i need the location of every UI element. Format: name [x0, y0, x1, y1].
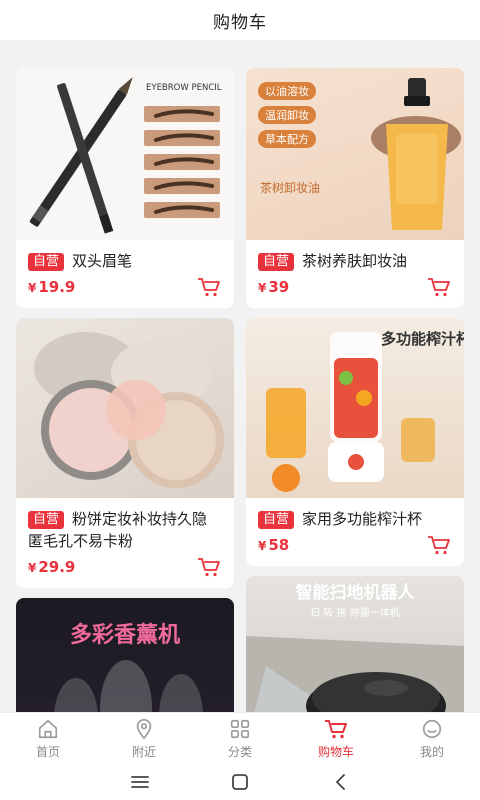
vacuum-image-caption: 智能扫地机器人	[296, 582, 416, 603]
product-card-aroma-diffuser[interactable]: 多彩香薰机	[16, 598, 234, 712]
product-image-juicer[interactable]: 多功能榨汁杯	[246, 318, 464, 498]
product-column-right: 以油溶妆 温润卸妆 草本配方 茶树卸妆油 自营 茶树养肤卸妆油 ¥ 39 多功能…	[246, 68, 464, 712]
page-title: 购物车	[213, 12, 267, 33]
tag-2: 温润卸妆	[265, 108, 309, 122]
add-to-cart-button[interactable]	[196, 555, 222, 579]
tab-label: 购物车	[317, 744, 354, 759]
back-icon	[336, 774, 345, 790]
product-image-eyebrow-pencil[interactable]: EYEBROW PENCIL	[16, 68, 234, 240]
menu-icon	[131, 776, 149, 788]
tab-nearby[interactable]: 附近	[96, 713, 192, 764]
product-image-cleansing-oil[interactable]: 以油溶妆 温润卸妆 草本配方 茶树卸妆油	[246, 68, 464, 240]
cart-icon	[198, 278, 220, 297]
self-operated-badge: 自营	[28, 253, 65, 271]
home-nav-button[interactable]	[225, 767, 255, 797]
tab-category[interactable]: 分类	[192, 713, 288, 764]
cart-icon	[428, 536, 450, 555]
product-feed[interactable]: EYEBROW PENCIL 自营 双头眉笔 ¥ 19.9 自营 粉饼定妆补妆持…	[0, 40, 480, 712]
product-card-cleansing-oil[interactable]: 以油溶妆 温润卸妆 草本配方 茶树卸妆油 自营 茶树养肤卸妆油 ¥ 39	[246, 68, 464, 308]
tag-3: 草本配方	[265, 132, 309, 146]
vacuum-image-subcaption: 扫 吸 拖 除菌一体机	[310, 606, 400, 619]
product-price: ¥19.9	[28, 278, 76, 296]
self-operated-badge: 自营	[258, 511, 295, 529]
eyebrow-image-caption: EYEBROW PENCIL	[146, 83, 222, 93]
location-icon	[136, 718, 152, 739]
tab-label: 首页	[35, 744, 60, 759]
bottom-tab-bar: 首页 附近 分类 购物车 我的	[0, 712, 480, 764]
tab-label: 分类	[227, 744, 252, 759]
product-card-juicer[interactable]: 多功能榨汁杯 自营 家用多功能榨汁杯 ¥58	[246, 318, 464, 566]
tab-home[interactable]: 首页	[0, 713, 96, 764]
product-price: ¥29.9	[28, 558, 76, 576]
product-price: ¥58	[258, 536, 290, 554]
cart-icon	[428, 278, 450, 297]
tag-1: 以油溶妆	[265, 84, 309, 98]
product-card-eyebrow-pencil[interactable]: EYEBROW PENCIL 自营 双头眉笔 ¥ 19.9	[16, 68, 234, 308]
tab-label: 附近	[131, 744, 156, 759]
profile-icon	[422, 719, 442, 738]
cart-icon	[325, 719, 347, 738]
product-name: 茶树养肤卸妆油	[302, 252, 408, 270]
add-to-cart-button[interactable]	[196, 275, 222, 299]
top-header: 购物车	[0, 0, 480, 40]
self-operated-badge: 自营	[258, 253, 295, 271]
product-card-robot-vacuum[interactable]: 智能扫地机器人 扫 吸 拖 除菌一体机	[246, 576, 464, 712]
product-image-compact-powder[interactable]	[16, 318, 234, 498]
self-operated-badge: 自营	[28, 511, 65, 529]
menu-button[interactable]	[125, 767, 155, 797]
add-to-cart-button[interactable]	[426, 275, 452, 299]
product-name: 双头眉笔	[72, 252, 133, 270]
diffuser-image-caption: 多彩香薰机	[70, 622, 180, 648]
product-image-aroma-diffuser[interactable]: 多彩香薰机	[16, 598, 234, 712]
product-image-robot-vacuum[interactable]: 智能扫地机器人 扫 吸 拖 除菌一体机	[246, 576, 464, 712]
back-button[interactable]	[325, 767, 355, 797]
product-card-compact-powder[interactable]: 自营 粉饼定妆补妆持久隐匿毛孔不易卡粉 ¥29.9	[16, 318, 234, 588]
add-to-cart-button[interactable]	[426, 533, 452, 557]
tab-cart[interactable]: 购物车	[288, 713, 384, 764]
product-name: 家用多功能榨汁杯	[302, 510, 423, 528]
juicer-image-caption: 多功能榨汁杯	[381, 330, 464, 348]
tab-label: 我的	[419, 744, 444, 759]
product-price: ¥39	[258, 278, 290, 296]
category-icon	[230, 719, 250, 738]
home-icon	[38, 719, 58, 738]
cleansing-image-caption: 茶树卸妆油	[260, 180, 320, 195]
tab-profile[interactable]: 我的	[384, 713, 480, 764]
product-column-left: EYEBROW PENCIL 自营 双头眉笔 ¥ 19.9 自营 粉饼定妆补妆持…	[16, 68, 234, 712]
system-nav-bar	[0, 764, 480, 800]
square-icon	[232, 774, 248, 790]
cart-icon	[198, 558, 220, 577]
